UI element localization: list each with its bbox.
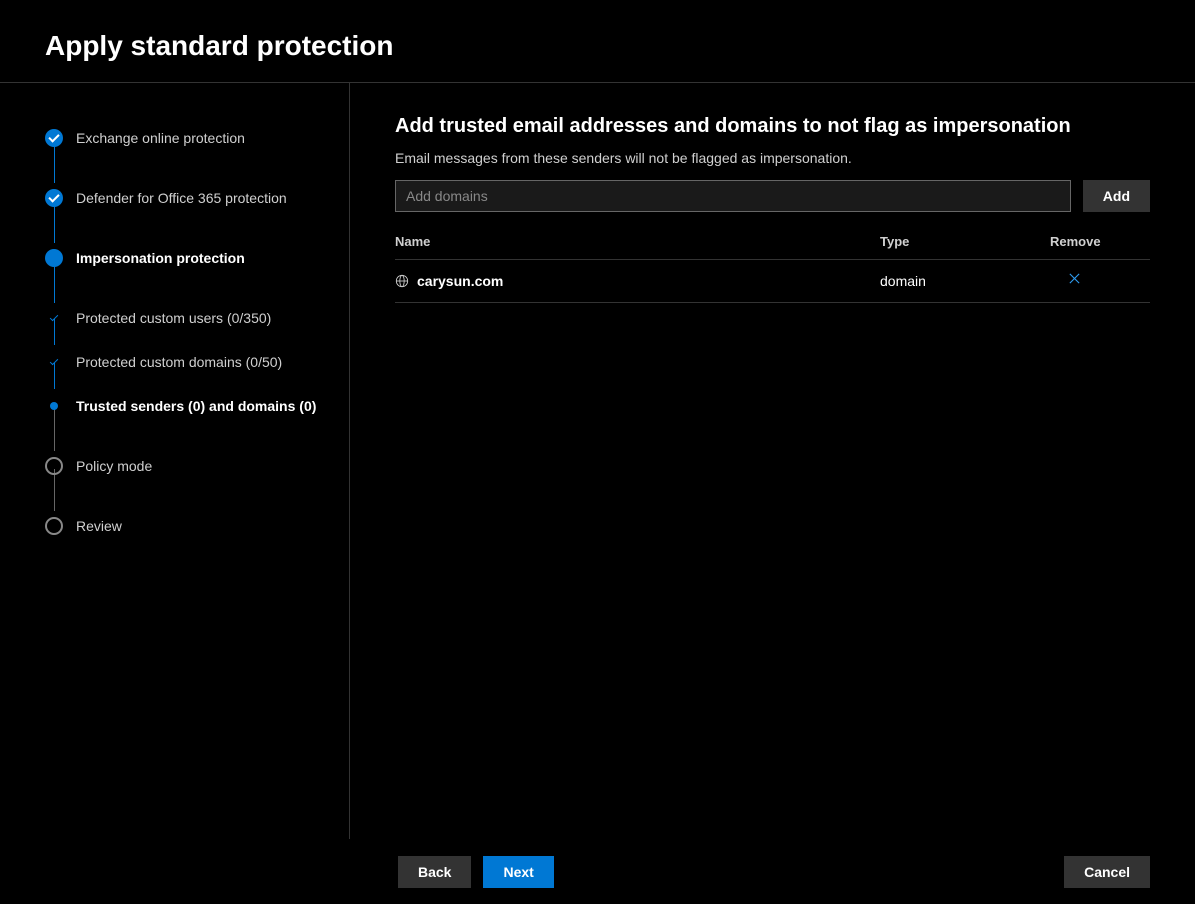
substep-custom-domains[interactable]: Protected custom domains (0/50) bbox=[45, 347, 329, 377]
main-description: Email messages from these senders will n… bbox=[395, 150, 1150, 166]
step-label: Exchange online protection bbox=[76, 130, 245, 146]
row-type: domain bbox=[880, 273, 1050, 289]
step-label: Review bbox=[76, 518, 122, 534]
check-circle-icon bbox=[45, 189, 63, 207]
table-header: Name Type Remove bbox=[395, 234, 1150, 260]
row-name-cell: carysun.com bbox=[395, 273, 880, 289]
step-review[interactable]: Review bbox=[45, 511, 329, 541]
step-label: Impersonation protection bbox=[76, 250, 245, 266]
step-label: Policy mode bbox=[76, 458, 152, 474]
connector-line bbox=[54, 141, 55, 183]
row-remove-cell bbox=[1050, 272, 1150, 290]
main-title: Add trusted email addresses and domains … bbox=[395, 115, 1150, 138]
pending-circle-icon bbox=[45, 517, 63, 535]
dot-icon bbox=[50, 402, 58, 410]
step-defender[interactable]: Defender for Office 365 protection bbox=[45, 183, 329, 213]
wizard-sidebar: Exchange online protection Defender for … bbox=[0, 83, 350, 839]
step-policy-mode[interactable]: Policy mode bbox=[45, 451, 329, 481]
step-label: Trusted senders (0) and domains (0) bbox=[76, 398, 316, 414]
current-step-icon bbox=[45, 249, 63, 267]
cancel-button[interactable]: Cancel bbox=[1064, 856, 1150, 888]
check-icon bbox=[49, 357, 59, 367]
substep-trusted-senders[interactable]: Trusted senders (0) and domains (0) bbox=[45, 391, 329, 421]
body-container: Exchange online protection Defender for … bbox=[0, 83, 1195, 839]
header: Apply standard protection bbox=[0, 0, 1195, 83]
remove-icon[interactable] bbox=[1050, 272, 1081, 290]
domains-table: Name Type Remove carysun.com domain bbox=[395, 234, 1150, 303]
add-button[interactable]: Add bbox=[1083, 180, 1150, 212]
step-label: Protected custom domains (0/50) bbox=[76, 354, 282, 370]
page-title: Apply standard protection bbox=[45, 30, 1150, 62]
check-circle-icon bbox=[45, 129, 63, 147]
next-button[interactable]: Next bbox=[483, 856, 553, 888]
back-button[interactable]: Back bbox=[398, 856, 471, 888]
connector-line bbox=[54, 261, 55, 303]
globe-icon bbox=[395, 274, 409, 288]
step-list: Exchange online protection Defender for … bbox=[45, 123, 329, 541]
substep-custom-users[interactable]: Protected custom users (0/350) bbox=[45, 303, 329, 333]
main-panel: Add trusted email addresses and domains … bbox=[350, 83, 1195, 839]
connector-line bbox=[54, 201, 55, 243]
check-icon bbox=[49, 313, 59, 323]
table-row: carysun.com domain bbox=[395, 260, 1150, 303]
step-exchange-online[interactable]: Exchange online protection bbox=[45, 123, 329, 153]
domain-input[interactable] bbox=[395, 180, 1071, 212]
pending-circle-icon bbox=[45, 457, 63, 475]
column-type: Type bbox=[880, 234, 1050, 249]
column-remove: Remove bbox=[1050, 234, 1150, 249]
row-name: carysun.com bbox=[417, 273, 503, 289]
add-domain-row: Add bbox=[395, 180, 1150, 212]
step-impersonation[interactable]: Impersonation protection bbox=[45, 243, 329, 273]
footer: Back Next Cancel bbox=[0, 839, 1195, 904]
connector-line bbox=[54, 409, 55, 451]
column-name: Name bbox=[395, 234, 880, 249]
connector-line bbox=[54, 469, 55, 511]
step-label: Protected custom users (0/350) bbox=[76, 310, 271, 326]
step-label: Defender for Office 365 protection bbox=[76, 190, 287, 206]
